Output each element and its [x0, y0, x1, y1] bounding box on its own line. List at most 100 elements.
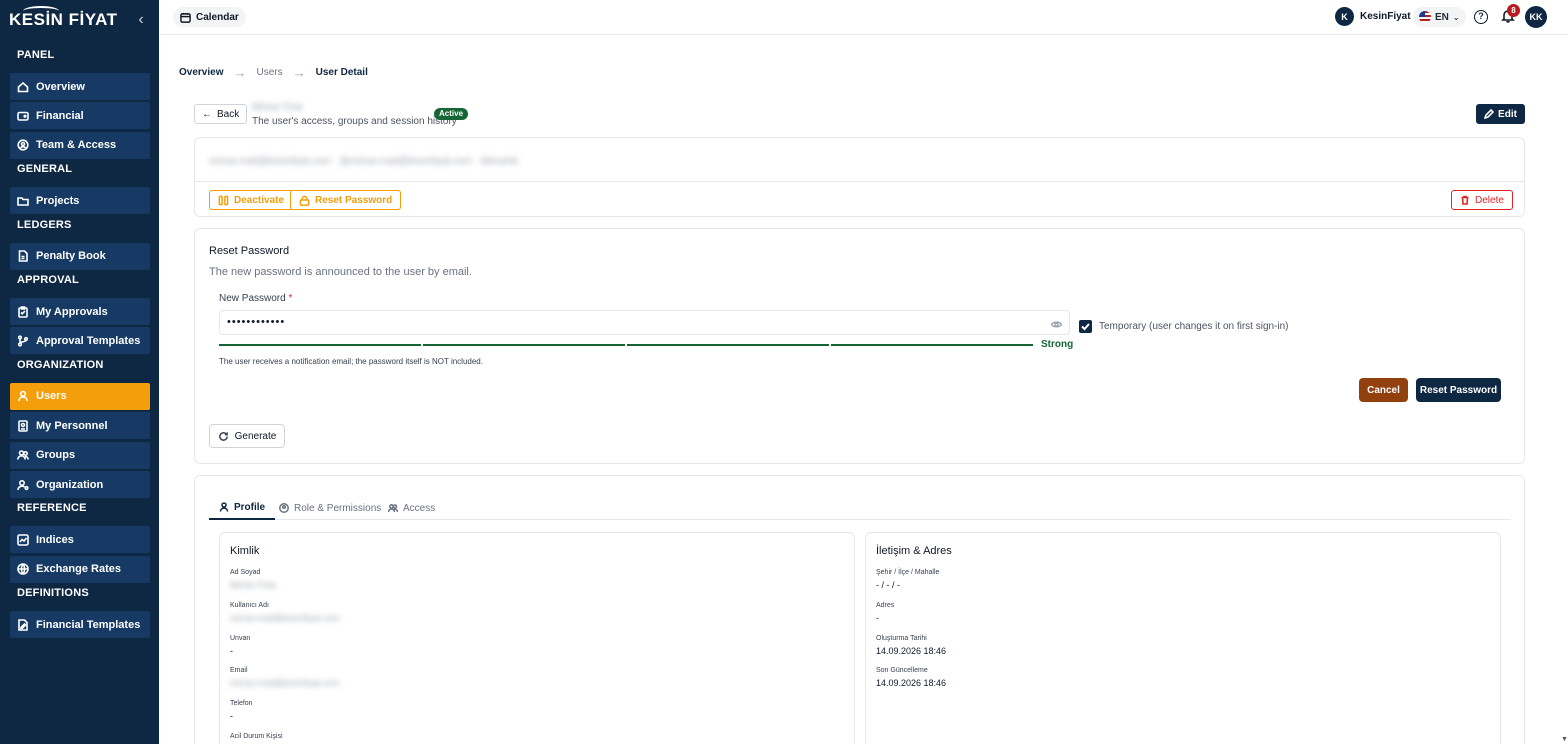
tab-access[interactable]: Access [378, 496, 445, 520]
scrollbar[interactable]: ▼ [1561, 35, 1568, 744]
globe-icon [16, 562, 30, 576]
sidebar-item-financial-templates[interactable]: Financial Templates [10, 611, 150, 639]
arrow-right-icon: → [292, 65, 306, 80]
language-select[interactable]: EN ⌄ [1413, 7, 1466, 27]
sidebar-item-penalty-book[interactable]: Penalty Book [10, 242, 150, 270]
new-password-input[interactable]: •••••••••••• [219, 310, 1070, 335]
reset-password-open-button[interactable]: Reset Password [290, 190, 402, 210]
sidebar-item-label: My Approvals [36, 305, 108, 318]
sidebar-item-label: Groups [36, 449, 76, 462]
sidebar-section-title: APPROVAL [17, 274, 79, 286]
user-icon [16, 389, 30, 403]
sidebar-item-label: Approval Templates [36, 334, 141, 347]
generate-label: Generate [234, 430, 277, 442]
shield-user-icon [279, 503, 289, 513]
tab-profile[interactable]: Profile [209, 496, 276, 520]
lock-icon [299, 195, 310, 206]
user-name: KesinFiyat [1360, 11, 1411, 22]
calendar-label: Calendar [196, 11, 239, 23]
sidebar-item-overview[interactable]: Overview [10, 73, 150, 100]
field-value: mimar.mail@kesinfiyat.com [230, 612, 340, 623]
shield-user-icon [16, 138, 30, 152]
cancel-button[interactable]: Cancel [1359, 378, 1408, 402]
breadcrumb-overview[interactable]: Overview [179, 67, 223, 78]
arrow-right-icon: → [233, 65, 247, 80]
delete-button[interactable]: Delete [1451, 190, 1513, 210]
reset-password-button[interactable]: Reset Password [1416, 378, 1501, 402]
sidebar-item-approval-templates[interactable]: Approval Templates [10, 327, 150, 355]
strength-label: Strong [1041, 339, 1074, 350]
sidebar-item-label: Organization [36, 478, 104, 491]
user-menu[interactable]: K KesinFiyat [1335, 7, 1411, 26]
profile-avatar[interactable]: KK [1525, 6, 1547, 28]
temporary-checkbox[interactable] [1079, 320, 1092, 333]
eye-icon[interactable] [1050, 318, 1063, 328]
wallet-icon [16, 109, 30, 123]
status-badge: Active [434, 108, 469, 120]
trash-icon [1461, 195, 1469, 205]
sidebar-item-label: Financial [36, 109, 84, 122]
new-password-label: New Password * [219, 293, 292, 304]
branch-icon [16, 334, 30, 348]
sidebar-item-label: Team & Access [36, 139, 117, 152]
breadcrumb-users[interactable]: Users [256, 67, 282, 78]
tab-access-label: Access [403, 502, 436, 514]
home-icon [16, 80, 30, 94]
strength-segment [423, 344, 625, 346]
reset-password-card: Reset Password The new password is annou… [194, 228, 1525, 464]
sidebar-item-my-approvals[interactable]: My Approvals [10, 298, 150, 325]
calendar-button[interactable]: Calendar [173, 7, 246, 27]
tab-role-label: Role & Permissions [294, 502, 382, 514]
sidebar-section-title: ORGANIZATION [17, 358, 104, 371]
language-label: EN [1435, 11, 1449, 23]
sidebar-section-title: LEDGERS [17, 218, 72, 231]
sidebar-item-label: Financial Templates [36, 618, 141, 631]
sidebar-item-projects[interactable]: Projects [10, 187, 150, 215]
account-meta: mimar.mail@kesinfiyat.com · @mimar.mail@… [209, 156, 519, 167]
sidebar-item-label: Penalty Book [36, 250, 106, 263]
delete-label: Delete [1475, 194, 1504, 206]
generate-button[interactable]: Generate [209, 424, 285, 448]
strength-segment [219, 344, 421, 346]
password-hint: The user receives a notification email; … [219, 357, 483, 366]
help-icon[interactable]: ? [1474, 10, 1488, 24]
sidebar-item-exchange-rates[interactable]: Exchange Rates [10, 555, 150, 583]
folder-icon [16, 194, 30, 208]
new-password-label-text: New Password [219, 293, 286, 304]
tab-role-permissions[interactable]: Role & Permissions [269, 496, 391, 520]
sidebar-item-label: Exchange Rates [36, 563, 121, 576]
chevron-left-icon[interactable]: ‹ [134, 12, 148, 28]
sidebar-item-indices[interactable]: Indices [10, 526, 150, 554]
sidebar-item-financial[interactable]: Financial [10, 102, 150, 130]
pause-icon [218, 195, 229, 205]
sidebar-item-users[interactable]: Users [10, 382, 150, 410]
field-label: Unvan [230, 634, 251, 642]
field-value: 14.09.2026 18:46 [876, 678, 947, 689]
sidebar-item-organization[interactable]: Organization [10, 471, 150, 498]
sidebar-item-my-personnel[interactable]: My Personnel [10, 412, 150, 440]
back-button[interactable]: ← Back [194, 104, 248, 124]
sidebar-item-label: Users [36, 390, 67, 403]
id-card-icon [16, 419, 30, 433]
breadcrumb-current: User Detail [315, 67, 368, 78]
field-label: Adres [876, 601, 895, 609]
edit-label: Edit [1498, 108, 1517, 120]
sidebar: KESİN FİYAT ‹ PANEL Overview Financial Team… [0, 0, 159, 744]
field-label: Kullanıcı Adı [230, 601, 269, 609]
breadcrumb: Overview → Users → User Detail [179, 65, 368, 80]
us-flag-icon [1419, 11, 1431, 23]
deactivate-button[interactable]: Deactivate [209, 190, 294, 210]
reset-password-subtitle: The new password is announced to the use… [209, 266, 472, 278]
edit-button[interactable]: Edit [1476, 104, 1525, 124]
sidebar-item-team-access[interactable]: Team & Access [10, 131, 150, 159]
strength-segment [831, 344, 1033, 346]
arrow-left-icon: ← [202, 108, 212, 120]
file-icon [16, 249, 30, 263]
field-value: - / - / - [876, 580, 900, 590]
field-label: Acil Durum Kişisi [230, 733, 283, 740]
avatar: K [1335, 7, 1354, 26]
sidebar-item-groups[interactable]: Groups [10, 441, 150, 469]
profile-card: Profile Role & Permissions Access Kimlik… [194, 475, 1525, 744]
scroll-down-icon[interactable]: ▼ [1561, 736, 1568, 743]
clipboard-icon [16, 305, 30, 319]
